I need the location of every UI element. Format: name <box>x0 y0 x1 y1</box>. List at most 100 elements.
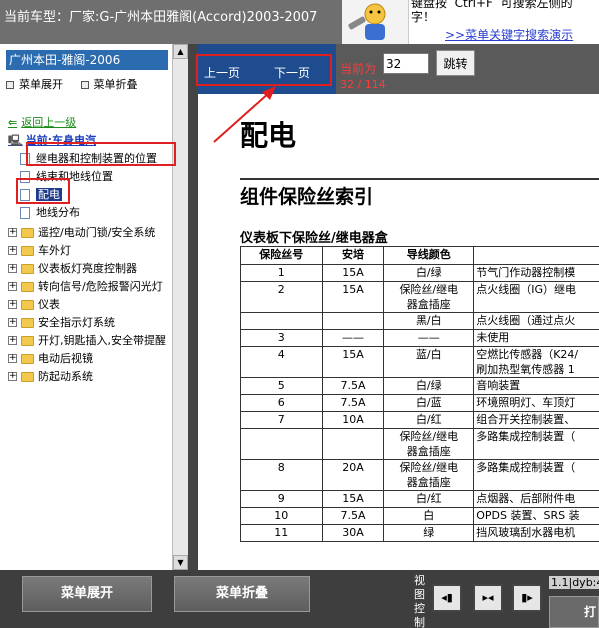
expand-plus-icon[interactable]: + <box>8 354 17 363</box>
mascot-icon <box>342 0 408 44</box>
table-cell: 7.5A <box>321 377 385 395</box>
folder-item-turn-hazard[interactable]: + 转向信号/危险报警闪光灯 <box>8 278 166 296</box>
cell-line: 音响装置 <box>476 379 521 392</box>
table-cell: 未使用 <box>473 329 599 347</box>
folder-label: 车外灯 <box>38 244 71 257</box>
table-cell: 1 <box>240 264 323 282</box>
bottom-toolbar: 菜单展开 菜单折叠 视图控制 ◂▮ ▸◂ ▮▸ 1.1|dyb:4 打 <box>0 570 599 628</box>
expand-icon <box>6 81 14 89</box>
table-row: 4 15A 蓝/白 空燃比传感器（K24/刷加热型氧传感器 1 <box>240 346 599 378</box>
scroll-up-arrow-icon[interactable]: ▲ <box>173 44 188 59</box>
folder-label: 仪表 <box>38 298 60 311</box>
view-right-button[interactable]: ▮▸ <box>512 584 542 612</box>
keyboard-hint-text: 键盘按 Ctrl+F 可搜索左侧的 字！ <box>411 0 573 24</box>
column-header: 保险丝号 <box>240 246 323 265</box>
expand-plus-icon[interactable]: + <box>8 300 17 309</box>
expand-menu-link[interactable]: 菜单展开 <box>6 78 63 91</box>
table-row: 10 7.5A 白 OPDS 装置、SRS 装 <box>240 507 599 525</box>
table-cell: 11 <box>240 524 323 542</box>
jump-button[interactable]: 跳转 <box>436 50 475 76</box>
panel-divider[interactable] <box>188 44 198 570</box>
search-demo-link[interactable]: >>菜单关键字搜索演示 <box>445 26 573 43</box>
collapse-icon <box>80 81 89 89</box>
cell-line: —— <box>417 331 440 344</box>
expand-all-button[interactable]: 菜单展开 <box>22 576 152 612</box>
expand-plus-icon[interactable]: + <box>8 228 17 237</box>
table-cell: 多路集成控制装置（ <box>473 459 599 491</box>
back-link[interactable]: ⇐ 返回上一级 <box>8 114 76 130</box>
top-header: 当前车型：厂家:G-广州本田雅阁(Accord)2003-2007 键盘按 Ct… <box>0 0 599 44</box>
table-cell: 2 <box>240 281 323 313</box>
table-cell: 保险丝/继电 器盒插座 <box>383 459 475 491</box>
table-cell: 点烟器、后部附件电 <box>473 490 599 508</box>
doc-item-relay-locations[interactable]: 继电器和控制装置的位置 <box>20 150 157 168</box>
print-button[interactable]: 打 <box>549 596 599 628</box>
table-cell: 组合开关控制装置、 <box>473 411 599 429</box>
table-cell: 保险丝/继电 器盒插座 <box>383 428 475 460</box>
document-icon <box>20 153 30 165</box>
vehicle-title: 当前车型：厂家:G-广州本田雅阁(Accord)2003-2007 <box>4 10 318 25</box>
folder-icon <box>21 246 34 256</box>
document-subheading: 仪表板下保险丝/继电器盒 <box>240 231 388 246</box>
table-row: 2 15A 保险丝/继电 器盒插座 点火线圈（IG）继电 <box>240 281 599 313</box>
cell-line: 白/绿 <box>415 266 442 279</box>
folder-item-safety-indicator[interactable]: + 安全指示灯系统 <box>8 314 166 332</box>
doc-item-label: 地线分布 <box>36 206 80 219</box>
cell-line: 挡风玻璃刮水器电机 <box>476 526 576 539</box>
expand-plus-icon[interactable]: + <box>8 336 17 345</box>
column-header: 安培 <box>321 246 385 265</box>
page-number-input[interactable] <box>383 53 429 74</box>
folder-list: + 遥控/电动门锁/安全系统 + 车外灯 + 仪表板灯亮度控制器 + 转向信号/危险报警… <box>8 224 166 386</box>
cell-line: 组合开关控制装置、 <box>476 413 576 426</box>
folder-item-remote-lock[interactable]: + 遥控/电动门锁/安全系统 <box>8 224 166 242</box>
table-cell: 3 <box>240 329 323 347</box>
table-row: 5 7.5A 白/绿 音响装置 <box>240 377 599 395</box>
view-left-button[interactable]: ◂▮ <box>432 584 462 612</box>
page-navigation-bar: 上一页 下一页 当前为 跳转 32 / 114 <box>198 44 599 94</box>
table-cell: —— <box>383 329 475 347</box>
cell-line: 器盒插座 <box>406 445 451 458</box>
folder-label: 安全指示灯系统 <box>38 316 115 329</box>
cell-line: 保险丝/继电 <box>399 461 459 474</box>
cell-line: 未使用 <box>476 331 510 344</box>
cell-line: 节气门作动器控制模 <box>476 266 576 279</box>
table-cell: 5 <box>240 377 323 395</box>
view-split-button[interactable]: ▸◂ <box>473 584 503 612</box>
folder-item-power-mirrors[interactable]: + 电动后视镜 <box>8 350 166 368</box>
doc-item-label: 继电器和控制装置的位置 <box>36 152 157 165</box>
folder-item-immobilizer[interactable]: + 防起动系统 <box>8 368 166 386</box>
prev-page-link[interactable]: 上一页 <box>204 64 240 81</box>
table-cell: 白/红 <box>383 411 475 429</box>
expand-plus-icon[interactable]: + <box>8 372 17 381</box>
doc-item-ground-distribution[interactable]: 地线分布 <box>20 204 157 222</box>
table-cell: 9 <box>240 490 323 508</box>
expand-plus-icon[interactable]: + <box>8 246 17 255</box>
doc-item-power-distribution[interactable]: 配电 <box>20 186 157 204</box>
doc-item-harness-ground[interactable]: 线束和地线位置 <box>20 168 157 186</box>
table-cell: 挡风玻璃刮水器电机 <box>473 524 599 542</box>
collapse-all-button[interactable]: 菜单折叠 <box>174 576 310 612</box>
cell-line: 保险丝/继电 <box>399 430 459 443</box>
folder-item-reminders[interactable]: + 开灯,钥匙插入,安全带提醒 <box>8 332 166 350</box>
cell-line: 绿 <box>423 526 435 539</box>
folder-item-exterior-lights[interactable]: + 车外灯 <box>8 242 166 260</box>
next-page-link[interactable]: 下一页 <box>274 64 310 81</box>
expand-plus-icon[interactable]: + <box>8 318 17 327</box>
folder-icon <box>21 354 34 364</box>
left-scrollbar[interactable]: ▲ ▼ <box>172 44 188 570</box>
cell-line: 环境照明灯、车顶灯 <box>476 396 576 409</box>
folder-icon <box>21 264 34 274</box>
folder-item-dash-dimmer[interactable]: + 仪表板灯亮度控制器 <box>8 260 166 278</box>
scroll-down-arrow-icon[interactable]: ▼ <box>173 555 188 570</box>
cell-line: 白 <box>423 509 435 522</box>
table-cell: OPDS 装置、SRS 装 <box>473 507 599 525</box>
folder-item-gauges[interactable]: + 仪表 <box>8 296 166 314</box>
expand-plus-icon[interactable]: + <box>8 264 17 273</box>
current-category[interactable]: 🖳 当前:车身电汽 <box>8 132 96 151</box>
document-icon <box>20 171 30 183</box>
collapse-menu-link[interactable]: 菜单折叠 <box>80 78 138 91</box>
table-cell: 白/绿 <box>383 264 475 282</box>
expand-plus-icon[interactable]: + <box>8 282 17 291</box>
table-cell: 白/蓝 <box>383 394 475 412</box>
table-cell: 点火线圈（IG）继电 <box>473 281 599 313</box>
